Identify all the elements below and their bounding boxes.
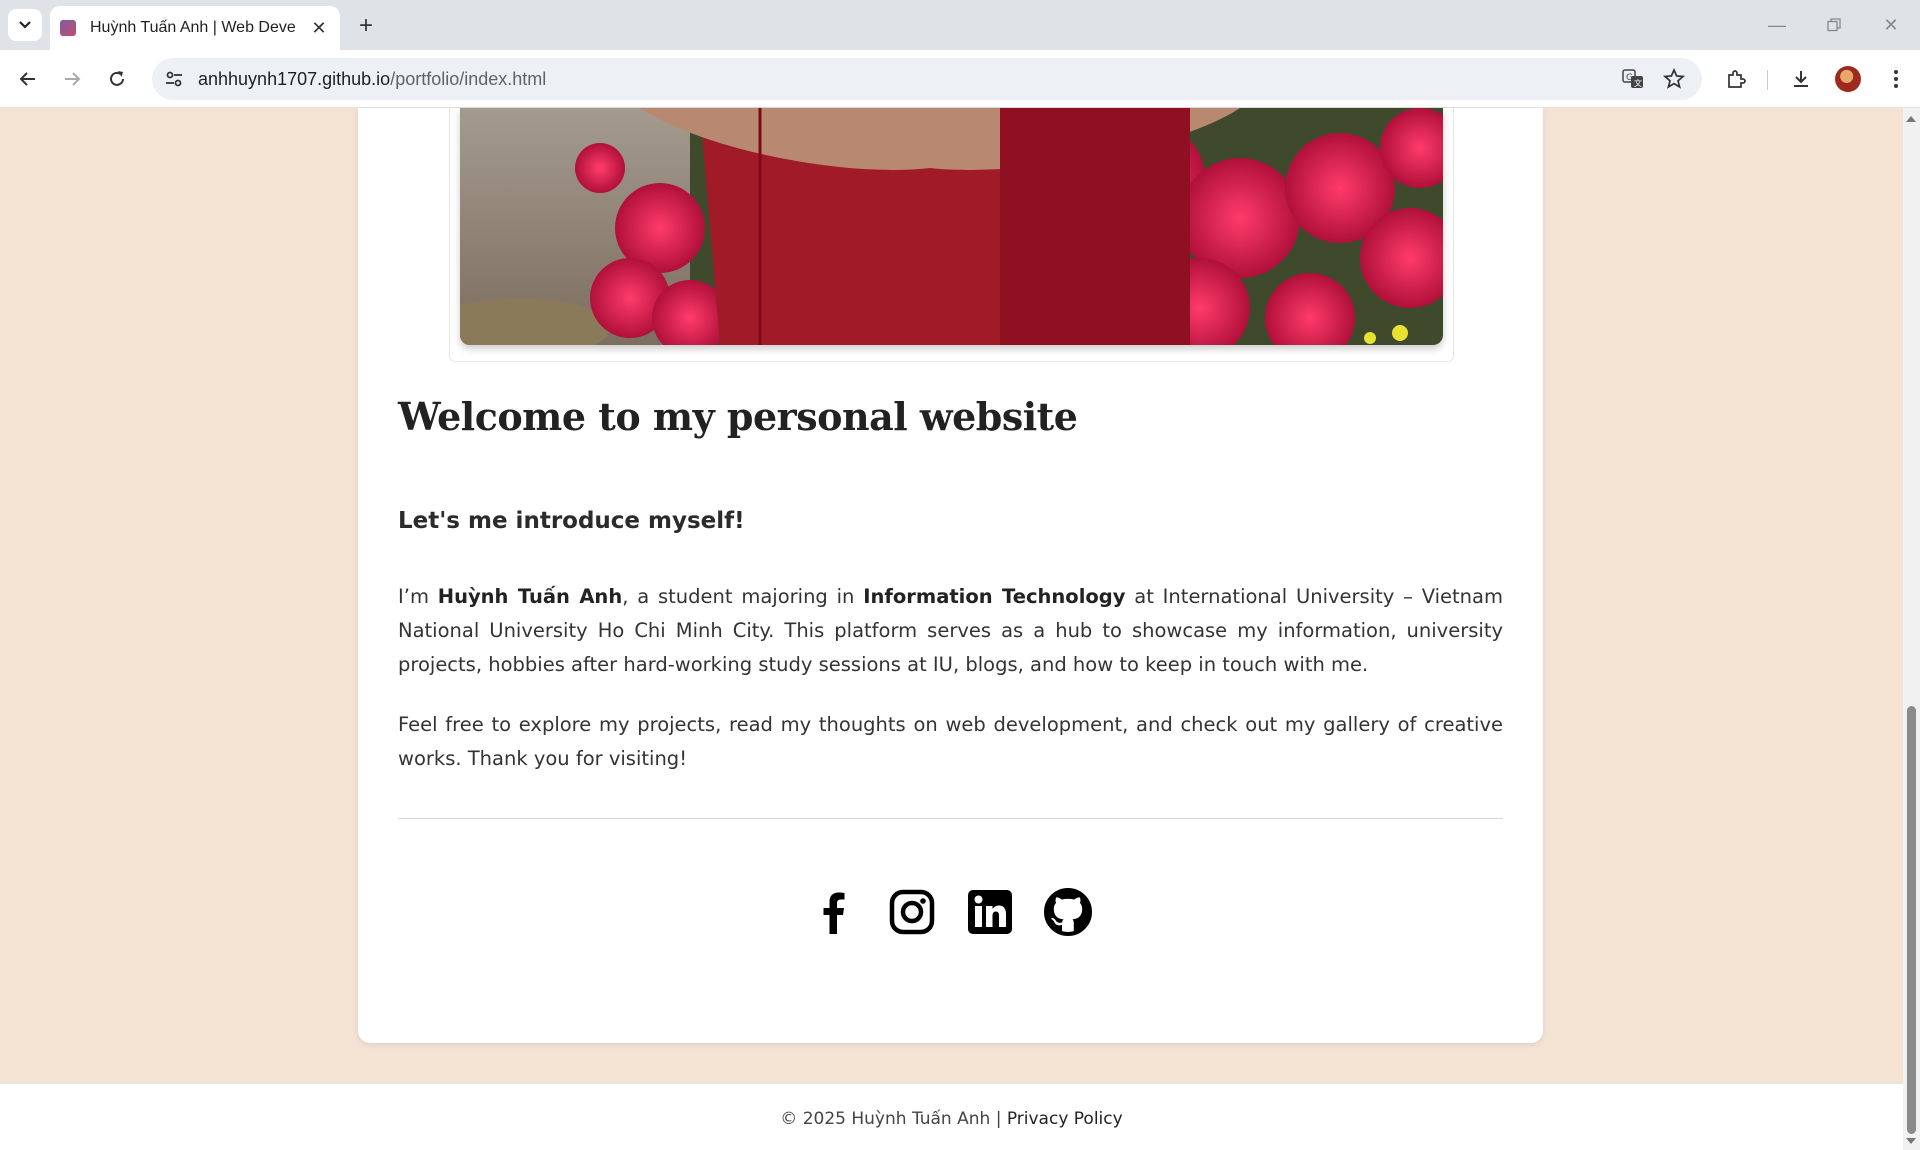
back-button[interactable] bbox=[12, 63, 44, 95]
linkedin-link[interactable] bbox=[966, 888, 1014, 936]
social-links bbox=[358, 888, 1543, 936]
profile-photo-frame bbox=[449, 108, 1454, 362]
site-info-button[interactable] bbox=[156, 61, 192, 97]
new-tab-button[interactable]: + bbox=[352, 12, 380, 40]
puzzle-icon bbox=[1728, 70, 1746, 88]
browser-toolbar: anhhuynh1707.github.io/portfolio/index.h… bbox=[0, 50, 1920, 108]
divider bbox=[398, 818, 1503, 819]
page-scrollbar[interactable] bbox=[1903, 108, 1920, 1150]
photo-image bbox=[460, 108, 1443, 345]
bookmark-button[interactable] bbox=[1658, 63, 1690, 95]
star-icon bbox=[1663, 68, 1685, 89]
page-footer: © 2025 Huỳnh Tuấn Anh | Privacy Policy bbox=[0, 1083, 1903, 1150]
linkedin-icon bbox=[967, 890, 1012, 934]
tab-bar: Huỳnh Tuấn Anh | Web Developer ✕ + — ✕ bbox=[0, 0, 1920, 50]
github-link[interactable] bbox=[1043, 888, 1092, 936]
tune-icon bbox=[166, 71, 182, 87]
extensions-button[interactable] bbox=[1720, 63, 1752, 95]
scroll-thumb[interactable] bbox=[1907, 706, 1916, 1134]
explore-paragraph: Feel free to explore my projects, read m… bbox=[398, 713, 1503, 770]
github-icon bbox=[1043, 888, 1092, 936]
tab-close-icon[interactable]: ✕ bbox=[308, 17, 330, 39]
forward-button[interactable] bbox=[56, 63, 88, 95]
arrow-right-icon bbox=[65, 72, 81, 86]
favicon-icon bbox=[60, 20, 76, 36]
minimize-button[interactable]: — bbox=[1762, 12, 1792, 38]
intro-heading: Let's me introduce myself! bbox=[398, 508, 745, 534]
scroll-up-arrow[interactable] bbox=[1906, 116, 1916, 122]
url-path: /portfolio/index.html bbox=[390, 68, 547, 89]
scroll-down-arrow[interactable] bbox=[1906, 1138, 1916, 1144]
arrow-left-icon bbox=[19, 72, 35, 86]
url-text: anhhuynh1707.github.io/portfolio/index.h… bbox=[198, 69, 546, 90]
reload-button[interactable] bbox=[101, 63, 133, 95]
intro-prefix: I’m bbox=[398, 585, 438, 608]
toolbar-separator bbox=[1767, 70, 1768, 90]
restore-button[interactable] bbox=[1819, 12, 1849, 38]
content-card: Welcome to my personal website Let's me … bbox=[358, 108, 1543, 1043]
instagram-icon bbox=[889, 889, 934, 935]
restore-icon bbox=[1827, 18, 1841, 32]
url-host: anhhuynh1707.github.io bbox=[198, 68, 391, 89]
page-title: Welcome to my personal website bbox=[398, 394, 1078, 439]
more-vert-icon bbox=[1894, 70, 1898, 88]
translate-icon: G文 bbox=[1622, 69, 1643, 88]
copyright-text: © 2025 Huỳnh Tuấn Anh | bbox=[780, 1109, 1007, 1129]
reload-icon bbox=[110, 71, 124, 86]
translate-button[interactable]: G文 bbox=[1617, 63, 1649, 95]
tab-title: Huỳnh Tuấn Anh | Web Developer bbox=[90, 19, 295, 36]
downloads-button[interactable] bbox=[1785, 63, 1817, 95]
chevron-down-icon bbox=[19, 21, 31, 29]
browser-tab[interactable]: Huỳnh Tuấn Anh | Web Developer ✕ bbox=[50, 6, 340, 50]
intro-paragraph: I’m Huỳnh Tuấn Anh, a student majoring i… bbox=[398, 580, 1503, 682]
facebook-link[interactable] bbox=[810, 888, 858, 936]
instagram-link[interactable] bbox=[888, 888, 936, 936]
address-bar[interactable]: anhhuynh1707.github.io/portfolio/index.h… bbox=[152, 58, 1702, 100]
author-name: Huỳnh Tuấn Anh bbox=[437, 585, 623, 608]
facebook-icon bbox=[823, 892, 844, 934]
intro-middle: , a student majoring in bbox=[622, 585, 864, 608]
close-window-button[interactable]: ✕ bbox=[1876, 12, 1906, 38]
svg-text:文: 文 bbox=[1634, 78, 1642, 88]
privacy-policy-link[interactable]: Privacy Policy bbox=[1007, 1109, 1123, 1129]
download-icon bbox=[1794, 71, 1808, 87]
profile-photo bbox=[460, 108, 1443, 345]
major-name: Information Technology bbox=[863, 585, 1126, 608]
browser-menu-button[interactable] bbox=[1880, 63, 1912, 95]
tab-search-button[interactable] bbox=[8, 9, 42, 41]
profile-avatar[interactable] bbox=[1835, 66, 1861, 92]
